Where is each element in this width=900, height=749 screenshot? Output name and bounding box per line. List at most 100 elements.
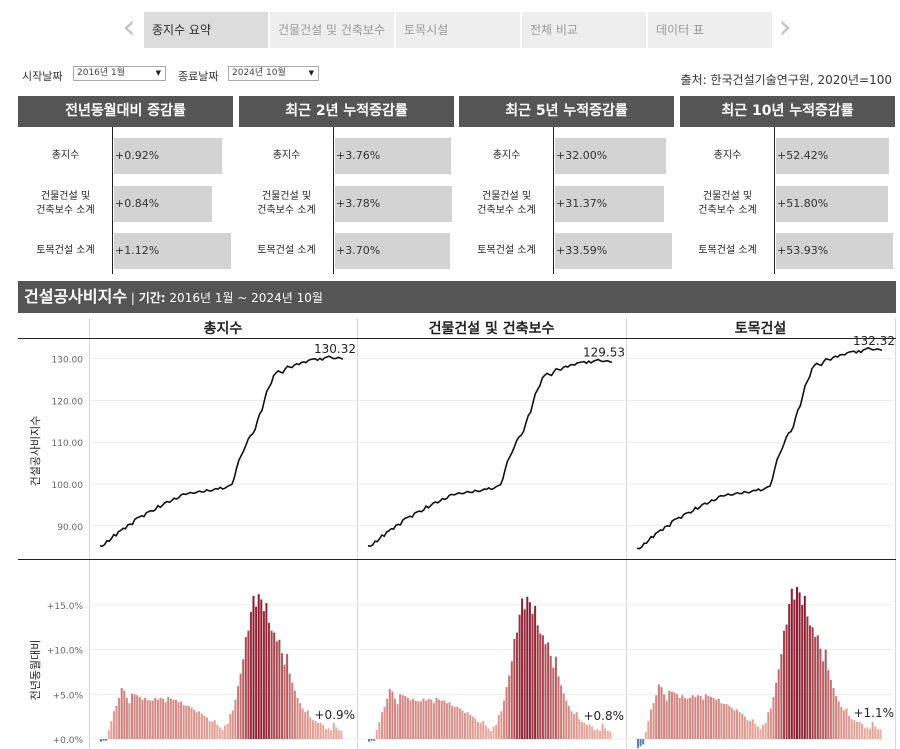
yoy-bar xyxy=(268,622,270,739)
yoy-bar xyxy=(500,711,503,739)
yoy-bar xyxy=(725,704,728,739)
yoy-bar xyxy=(756,726,759,739)
yoy-bar xyxy=(242,659,245,739)
yoy-bar xyxy=(474,718,477,739)
y-tick-label: 90.00 xyxy=(57,523,83,533)
yoy-bar xyxy=(575,712,578,739)
yoy-bar xyxy=(419,701,422,739)
yoy-bar xyxy=(647,721,650,739)
yoy-bar xyxy=(159,697,162,739)
yoy-bar xyxy=(211,722,214,739)
yoy-bar xyxy=(780,654,783,739)
y-tick-label: +10.0% xyxy=(47,647,84,657)
yoy-bar xyxy=(796,587,798,739)
yoy-bar xyxy=(505,687,508,739)
yoy-bar xyxy=(681,695,684,739)
yoy-bar xyxy=(484,725,487,739)
yoy-bar xyxy=(399,694,402,739)
y-tick-label: +5.0% xyxy=(53,691,84,701)
yoy-bar xyxy=(136,695,139,739)
yoy-bar xyxy=(723,704,725,739)
yoy-bar xyxy=(717,698,720,739)
y-tick-label: +15.0% xyxy=(47,602,84,612)
yoy-bar xyxy=(759,729,762,739)
yoy-bar xyxy=(696,695,699,739)
yoy-bar xyxy=(487,728,490,739)
yoy-bar xyxy=(707,696,710,739)
index-line xyxy=(99,355,344,548)
yoy-bar xyxy=(660,687,663,739)
end-value-label: +0.8% xyxy=(583,709,624,723)
yoy-bar xyxy=(583,722,586,739)
yoy-bar xyxy=(257,594,260,739)
yoy-bar xyxy=(317,722,320,739)
yoy-bar xyxy=(125,697,128,739)
yoy-bar xyxy=(785,624,788,739)
yoy-bar xyxy=(811,627,814,739)
yoy-bar xyxy=(100,739,102,742)
yoy-bar xyxy=(105,739,108,741)
yoy-bar xyxy=(275,641,278,739)
yoy-bar xyxy=(749,721,752,739)
yoy-bar xyxy=(733,710,736,739)
yoy-bar xyxy=(788,604,791,739)
yoy-bar xyxy=(840,706,843,739)
yoy-bar xyxy=(425,700,428,739)
yoy-bar xyxy=(850,719,853,739)
yoy-bar xyxy=(435,697,438,739)
yoy-bar xyxy=(445,703,448,739)
yoy-bar xyxy=(702,699,705,739)
yoy-bar xyxy=(526,596,529,739)
yoy-bar xyxy=(871,722,874,739)
end-value-label: 132.32 xyxy=(853,334,895,348)
yoy-bar xyxy=(767,712,770,739)
yoy-bar xyxy=(591,726,594,739)
yoy-bar xyxy=(829,680,832,739)
yoy-bar xyxy=(541,635,544,739)
yoy-bar xyxy=(216,724,219,739)
yoy-bar xyxy=(368,739,370,742)
yoy-bar xyxy=(523,609,526,739)
yoy-bar xyxy=(432,703,435,739)
yoy-bar xyxy=(639,739,642,747)
yoy-bar xyxy=(650,709,652,739)
yoy-bar xyxy=(206,717,208,739)
yoy-bar xyxy=(539,633,542,739)
yoy-bar xyxy=(712,697,715,739)
end-value-label: 129.53 xyxy=(583,346,625,360)
yoy-bar xyxy=(691,695,694,739)
yoy-bar xyxy=(596,729,599,739)
yoy-bar xyxy=(689,697,692,739)
yoy-bar xyxy=(128,703,131,739)
y-tick-label: +0.0% xyxy=(53,736,84,746)
yoy-bar xyxy=(557,676,560,739)
yoy-bar xyxy=(534,605,537,739)
yoy-bar xyxy=(373,739,376,741)
yoy-bar xyxy=(301,708,304,739)
yoy-bar xyxy=(164,702,167,739)
yoy-bar xyxy=(182,705,185,739)
yoy-bar xyxy=(642,739,645,745)
yoy-bar xyxy=(213,720,216,739)
yoy-bar xyxy=(644,731,647,739)
yoy-bar xyxy=(554,656,557,739)
yoy-bar xyxy=(874,726,877,739)
yoy-bar xyxy=(102,739,105,741)
yoy-bar xyxy=(772,697,775,739)
yoy-bar xyxy=(461,710,464,739)
yoy-bar xyxy=(518,614,521,739)
yoy-bar xyxy=(151,700,154,739)
yoy-bar xyxy=(231,710,234,739)
yoy-bar xyxy=(149,700,152,739)
yoy-bar xyxy=(503,700,505,739)
yoy-bar xyxy=(573,714,576,739)
yoy-bar xyxy=(471,716,474,739)
yoy-bar xyxy=(728,705,731,739)
yoy-bar xyxy=(131,693,133,739)
yoy-bar xyxy=(262,611,265,739)
yoy-bar xyxy=(391,691,394,739)
yoy-bar xyxy=(528,602,531,739)
yoy-bar xyxy=(388,688,391,739)
yoy-bar xyxy=(736,709,738,739)
yoy-bar xyxy=(593,730,596,739)
